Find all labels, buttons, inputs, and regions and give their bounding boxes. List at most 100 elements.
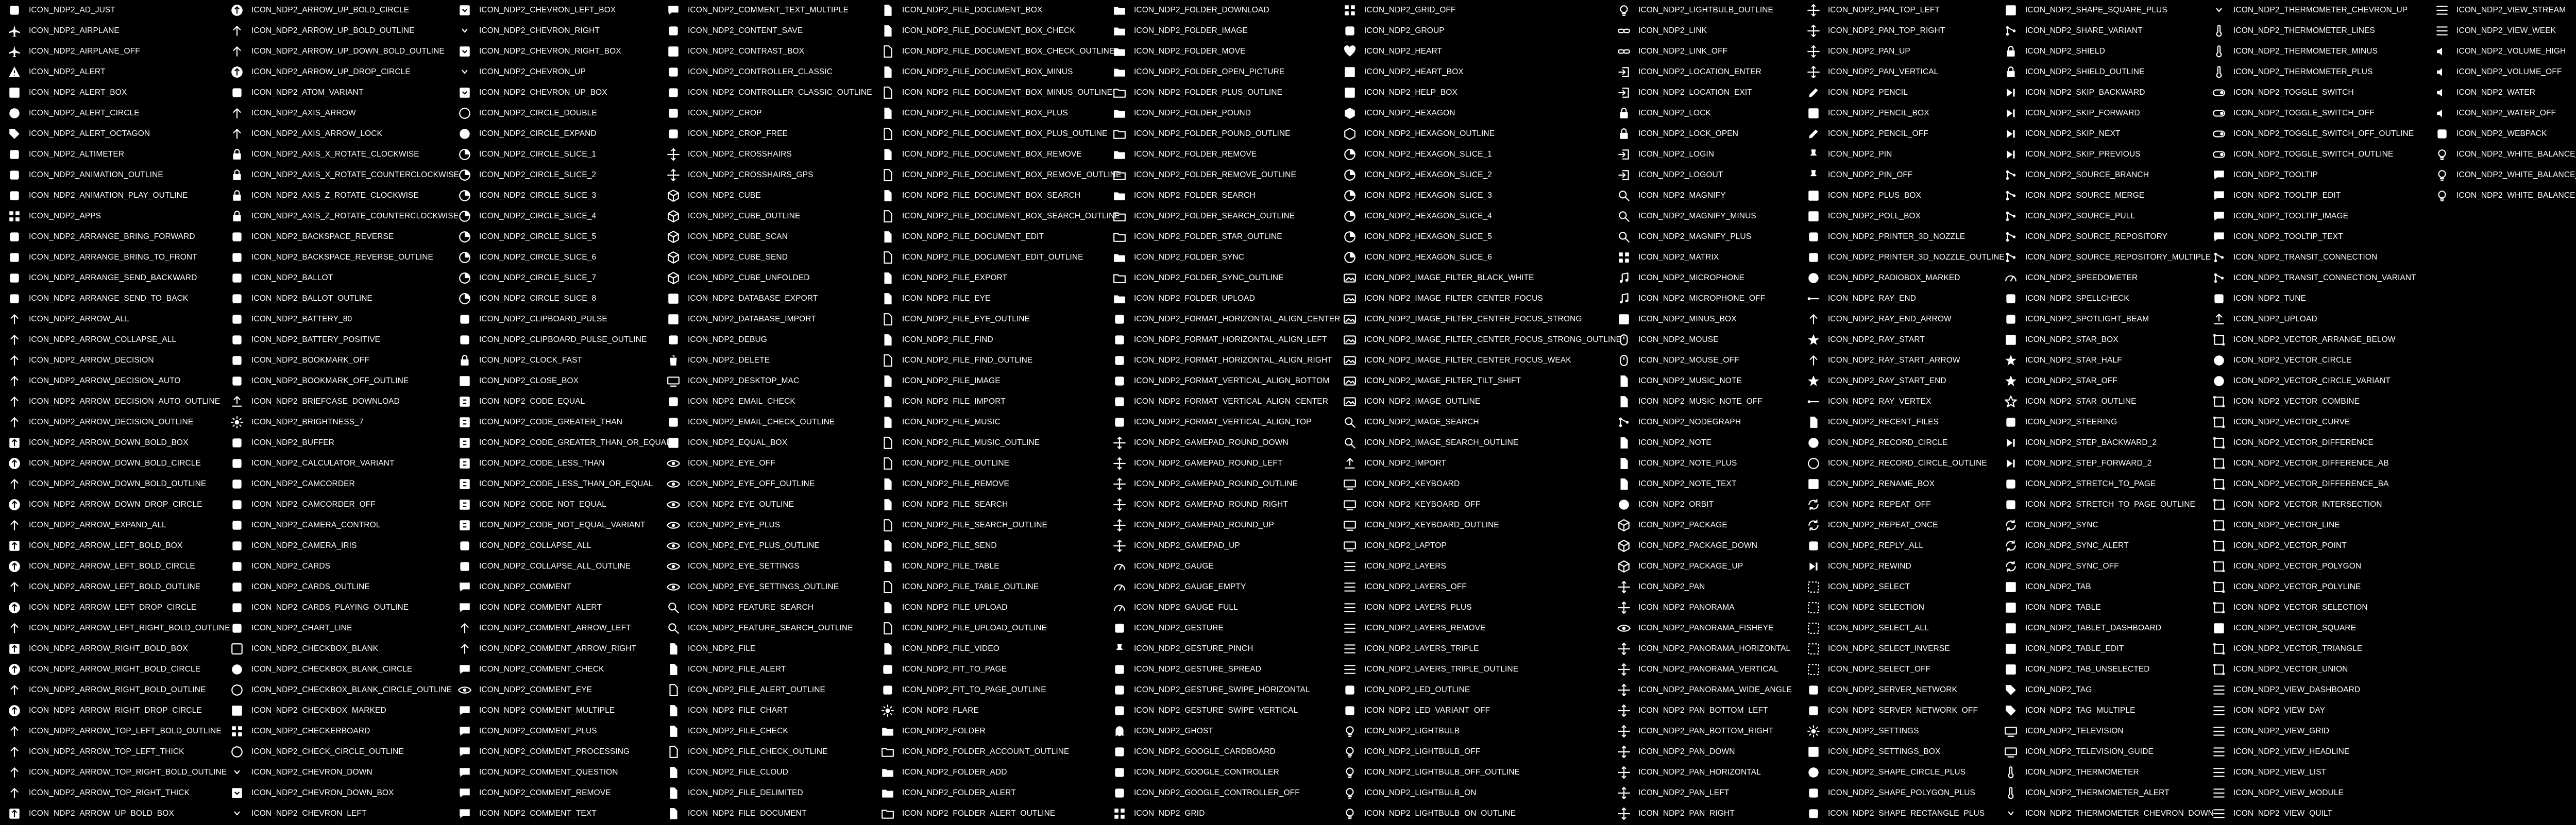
icon-label: ICON_NDP2_ARROW_TOP_RIGHT_THICK — [29, 788, 190, 797]
hexagon-outline-icon — [1340, 124, 1360, 144]
icon-label: ICON_NDP2_FEATURE_SEARCH — [688, 603, 814, 612]
icon-list-item: ICON_NDP2_LIGHTBULB_OUTLINE — [1614, 0, 1773, 21]
icon-list-item: ICON_NDP2_FILE_DOCUMENT_BOX_MINUS — [877, 62, 1073, 82]
folder-search-outline-icon — [1109, 206, 1130, 227]
icon-label: ICON_NDP2_LAYERS_TRIPLE_OUTLINE — [1364, 665, 1519, 674]
mouse-off-icon — [1614, 350, 1634, 371]
icon-label: ICON_NDP2_EMAIL_CHECK — [688, 397, 795, 406]
icon-list-item: ICON_NDP2_TOGGLE_SWITCH_OFF — [2209, 103, 2375, 124]
icon-label: ICON_NDP2_CUBE_SCAN — [688, 232, 788, 241]
record-circle-icon — [1803, 433, 1824, 453]
icon-list-item: ICON_NDP2_ARROW_DECISION_AUTO_OUTLINE — [4, 391, 220, 412]
icon-label: ICON_NDP2_PENCIL — [1828, 88, 1908, 97]
icon-list-item: ICON_NDP2_ARROW_LEFT_RIGHT_BOLD_OUTLINE — [4, 618, 230, 639]
folder-alert-icon — [877, 783, 898, 803]
icon-list-item: ICON_NDP2_HEXAGON_SLICE_1 — [1340, 144, 1492, 165]
pan-right-icon — [1614, 803, 1634, 824]
vector-difference-icon — [2209, 433, 2229, 453]
icon-label: ICON_NDP2_VECTOR_CIRCLE_VARIANT — [2233, 376, 2391, 385]
icon-label: ICON_NDP2_CIRCLE_SLICE_2 — [479, 170, 597, 179]
icon-list-item: ICON_NDP2_CUBE_UNFOLDED — [663, 268, 810, 288]
icon-label: ICON_NDP2_CLOSE_BOX — [479, 376, 579, 385]
icon-label: ICON_NDP2_LIGHTBULB_OUTLINE — [1638, 6, 1773, 14]
icon-label: ICON_NDP2_MAGNIFY_MINUS — [1638, 212, 1756, 220]
icon-label: ICON_NDP2_IMAGE_OUTLINE — [1364, 397, 1481, 406]
icon-list-item: ICON_NDP2_GOOGLE_CARDBOARD — [1109, 742, 1276, 762]
icon-list-item: ICON_NDP2_GESTURE_PINCH — [1109, 639, 1253, 659]
transit-connection-icon — [2209, 247, 2229, 268]
icon-label: ICON_NDP2_ARRANGE_SEND_TO_BACK — [29, 294, 189, 303]
file-document-box-plus-icon — [877, 103, 898, 124]
icon-label: ICON_NDP2_TAG — [2025, 685, 2092, 694]
icon-list-item: ICON_NDP2_SPEEDOMETER — [2001, 268, 2138, 288]
printer-3d-nozzle-icon — [1803, 227, 1824, 247]
icon-label: ICON_NDP2_IMAGE_SEARCH_OUTLINE — [1364, 438, 1519, 447]
animation-outline-icon — [4, 165, 25, 185]
panorama-fisheye-icon — [1614, 618, 1634, 639]
water-off-icon — [2432, 103, 2452, 124]
comment-plus-icon — [454, 721, 475, 742]
icon-label: ICON_NDP2_STEP_FORWARD_2 — [2025, 459, 2152, 468]
icon-label: ICON_NDP2_LAYERS_TRIPLE — [1364, 644, 1479, 653]
icon-label: ICON_NDP2_ARROW_LEFT_BOLD_OUTLINE — [29, 582, 201, 591]
icon-label: ICON_NDP2_GAMEPAD_ROUND_RIGHT — [1134, 500, 1288, 509]
icon-label: ICON_NDP2_ARROW_TOP_RIGHT_BOLD_OUTLINE — [29, 768, 227, 777]
icon-list-item: ICON_NDP2_CIRCLE_DOUBLE — [454, 103, 597, 124]
icon-label: ICON_NDP2_STAR_OUTLINE — [2025, 397, 2137, 406]
icon-list-item: ICON_NDP2_TELEVISION_GUIDE — [2001, 742, 2154, 762]
icon-label: ICON_NDP2_VECTOR_DIFFERENCE_BA — [2233, 479, 2389, 488]
icon-list-item: ICON_NDP2_CHECK_CIRCLE_OUTLINE — [227, 742, 404, 762]
icon-label: ICON_NDP2_MICROPHONE — [1638, 273, 1745, 282]
icon-list-item: ICON_NDP2_GRID_OFF — [1340, 0, 1456, 21]
icon-list-item: ICON_NDP2_FILE_DOCUMENT_BOX_PLUS — [877, 103, 1068, 124]
code-greater-than-icon — [454, 412, 475, 433]
upload-icon — [2209, 309, 2229, 330]
icon-list-item: ICON_NDP2_BATTERY_80 — [227, 309, 352, 330]
icon-list-item: ICON_NDP2_REPEAT_ONCE — [1803, 515, 1938, 536]
icon-label: ICON_NDP2_LIGHTBULB — [1364, 727, 1460, 735]
microphone-icon — [1614, 268, 1634, 288]
icon-list-item: ICON_NDP2_FILE_DOCUMENT_BOX_PLUS_OUTLINE — [877, 124, 1108, 144]
chart-line-icon — [227, 618, 247, 639]
icon-list-item: ICON_NDP2_PANORAMA_FISHEYE — [1614, 618, 1773, 639]
spellcheck-icon — [2001, 288, 2021, 309]
rename-box-icon — [1803, 474, 1824, 494]
altimeter-icon — [4, 144, 25, 165]
comment-check-icon — [454, 659, 475, 680]
animation-play-outline-icon — [4, 185, 25, 206]
icon-list-item: ICON_NDP2_CONTRAST_BOX — [663, 41, 804, 62]
icon-list-item: ICON_NDP2_ARROW_DOWN_DROP_CIRCLE — [4, 494, 202, 515]
icon-list-item: ICON_NDP2_CHECKBOX_BLANK_CIRCLE_OUTLINE — [227, 680, 452, 700]
icon-list-item: ICON_NDP2_VIEW_DASHBOARD — [2209, 680, 2360, 700]
file-image-icon — [877, 371, 898, 391]
icon-label: ICON_NDP2_MATRIX — [1638, 253, 1719, 262]
icon-list-item: ICON_NDP2_CIRCLE_EXPAND — [454, 124, 597, 144]
format-vertical-align-center-icon — [1109, 391, 1130, 412]
step-forward-2-icon — [2001, 453, 2021, 474]
icon-list-item: ICON_NDP2_THERMOMETER_LINES — [2209, 21, 2375, 41]
icon-label: ICON_NDP2_BRIEFCASE_DOWNLOAD — [251, 397, 400, 406]
google-controller-off-icon — [1109, 783, 1130, 803]
folder-account-outline-icon — [877, 742, 898, 762]
icon-label: ICON_NDP2_SHIELD — [2025, 47, 2105, 56]
image-outline-icon — [1340, 391, 1360, 412]
icon-label: ICON_NDP2_LIGHTBULB_OFF_OUTLINE — [1364, 768, 1520, 777]
eye-off-outline-icon — [663, 474, 684, 494]
circle-slice-8-icon — [454, 288, 475, 309]
arrow-all-icon — [4, 309, 25, 330]
folder-open-picture-icon — [1109, 62, 1130, 82]
icon-list-item: ICON_NDP2_RAY_START — [1803, 330, 1925, 350]
mouse-icon — [1614, 330, 1634, 350]
keyboard-off-icon — [1340, 494, 1360, 515]
icon-list-item: ICON_NDP2_FILE_OUTLINE — [877, 453, 1009, 474]
icon-label: ICON_NDP2_HEXAGON_SLICE_6 — [1364, 253, 1493, 262]
icon-label: ICON_NDP2_SKIP_FORWARD — [2025, 109, 2140, 117]
image-filter-black-white-icon — [1340, 268, 1360, 288]
icon-label: ICON_NDP2_ARROW_TOP_LEFT_BOLD_OUTLINE — [29, 727, 222, 735]
icon-label: ICON_NDP2_FILE_EYE — [902, 294, 991, 303]
icon-label: ICON_NDP2_VIEW_GRID — [2233, 727, 2330, 735]
icon-list-item: ICON_NDP2_IMAGE_FILTER_CENTER_FOCUS_WEAK — [1340, 350, 1571, 371]
icon-label: ICON_NDP2_IMAGE_FILTER_BLACK_WHITE — [1364, 273, 1534, 282]
icon-list-item: ICON_NDP2_DATABASE_IMPORT — [663, 309, 816, 330]
icon-label: ICON_NDP2_PANORAMA_WIDE_ANGLE — [1638, 685, 1792, 694]
